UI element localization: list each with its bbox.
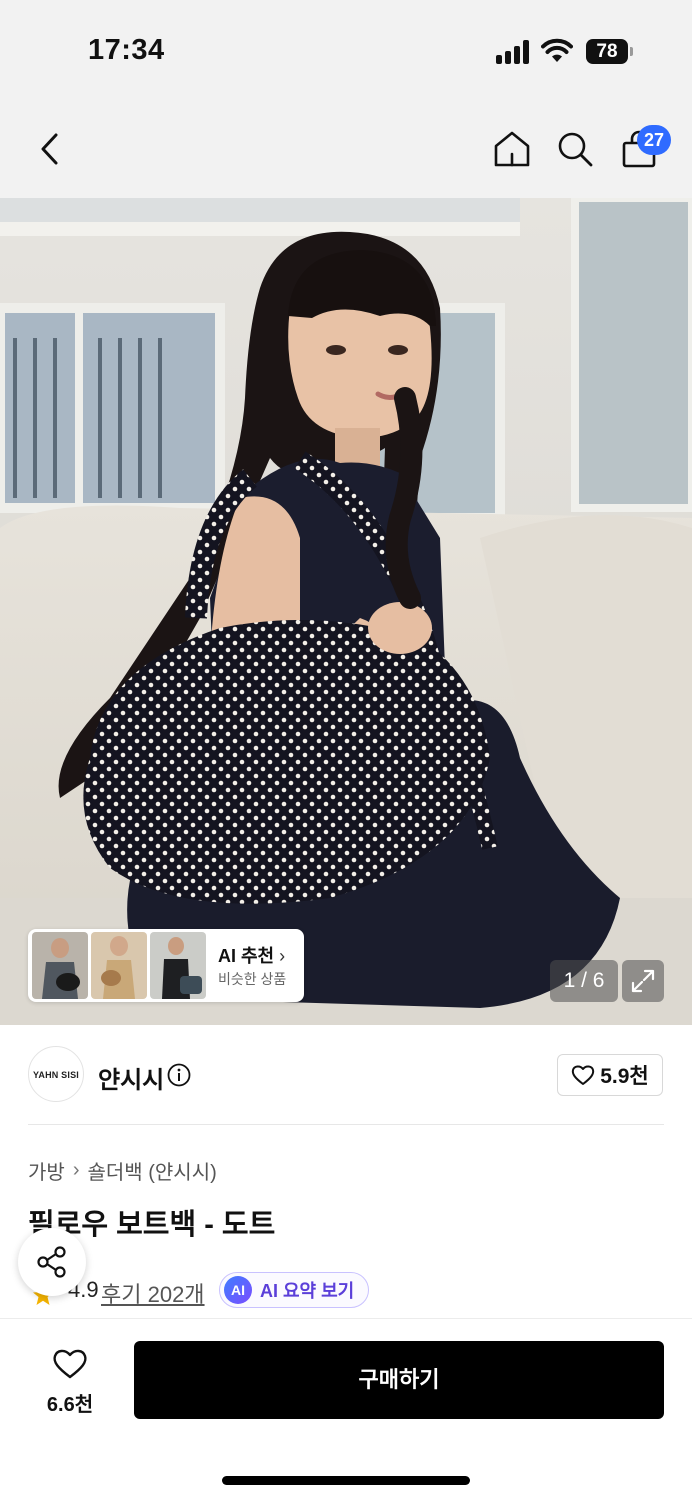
product-image[interactable]: AI 추천 › 비슷한 상품 1 / 6 <box>0 198 692 1025</box>
chevron-right-icon: › <box>72 1159 80 1181</box>
brand-like-button[interactable]: 5.9천 <box>557 1054 663 1096</box>
share-button[interactable] <box>18 1228 86 1296</box>
heart-icon <box>572 1065 595 1085</box>
wishlist-count: 6.6천 <box>46 1394 94 1416</box>
search-button[interactable] <box>553 126 597 172</box>
breadcrumb-category[interactable]: 가방 <box>28 1156 65 1185</box>
expand-image-button[interactable] <box>622 960 664 1002</box>
ai-recommend-title: AI 추천 › <box>218 946 286 966</box>
search-icon <box>558 132 593 167</box>
recommend-thumb-3[interactable] <box>150 932 206 999</box>
nav-bar <box>0 100 692 198</box>
divider <box>28 1124 664 1125</box>
cellular-signal-icon <box>496 40 532 64</box>
product-photo <box>0 198 692 1025</box>
battery-level: 78 <box>586 39 628 64</box>
image-counter: 1 / 6 <box>550 960 618 1002</box>
back-icon <box>41 133 58 165</box>
chevron-right-icon: › <box>279 946 286 966</box>
breadcrumb-subcategory[interactable]: 숄더백 (얀시시) <box>87 1156 216 1185</box>
home-indicator <box>222 1476 470 1485</box>
wishlist-button[interactable]: 6.6천 <box>30 1344 110 1416</box>
brand-name[interactable]: 얀시시 <box>98 1060 164 1095</box>
brand-like-count: 5.9천 <box>600 1065 649 1088</box>
share-icon <box>37 1246 66 1278</box>
battery-icon: 78 <box>586 39 633 64</box>
status-time: 17:34 <box>88 34 165 66</box>
ai-summary-label: AI 요약 보기 <box>260 1281 355 1301</box>
back-button[interactable] <box>28 126 72 172</box>
ai-badge-icon: AI <box>224 1276 252 1304</box>
info-icon[interactable] <box>167 1063 191 1087</box>
recommend-thumb-1[interactable] <box>32 932 88 999</box>
status-bar: 17:34 78 <box>0 0 692 100</box>
ai-recommend-subtitle: 비슷한 상품 <box>218 971 287 987</box>
home-button[interactable] <box>490 126 534 172</box>
brand-logo[interactable]: YAHN SISI <box>28 1046 84 1102</box>
ai-summary-button[interactable]: AI AI 요약 보기 <box>219 1272 370 1308</box>
home-icon <box>494 131 530 167</box>
expand-icon <box>631 969 655 993</box>
heart-icon <box>53 1349 87 1379</box>
ai-recommend-card[interactable]: AI 추천 › 비슷한 상품 <box>28 929 304 1002</box>
reviews-link[interactable]: 후기 202개 <box>101 1277 205 1309</box>
wifi-icon <box>541 38 573 62</box>
recommend-thumb-2[interactable] <box>91 932 147 999</box>
breadcrumb: 가방 › 숄더백 (얀시시) <box>28 1156 217 1185</box>
cart-count-badge: 27 <box>637 125 671 155</box>
buy-button[interactable]: 구매하기 <box>134 1341 664 1419</box>
